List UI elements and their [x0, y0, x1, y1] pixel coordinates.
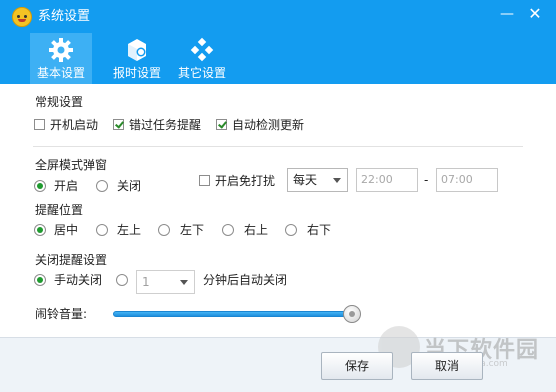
- title-bar: 系统设置 — ✕ 基本设置 报时设置 其它设置: [0, 0, 556, 84]
- dnd-frequency-select[interactable]: 每天: [287, 168, 348, 192]
- auto-update-checkbox[interactable]: [216, 119, 227, 130]
- general-section-title: 常规设置: [35, 95, 84, 109]
- dnd-label: 开启免打扰: [215, 174, 276, 188]
- gear-icon: [49, 38, 73, 62]
- startup-label: 开机启动: [50, 118, 99, 132]
- position-top-right-radio[interactable]: [222, 224, 234, 236]
- tab-timer-settings[interactable]: 报时设置: [106, 33, 168, 84]
- manual-close-radio[interactable]: [34, 274, 46, 286]
- fullscreen-off-label: 关闭: [117, 179, 142, 193]
- save-button[interactable]: 保存: [321, 352, 393, 380]
- app-logo-icon: [12, 7, 32, 27]
- position-bottom-right-label: 右下: [307, 223, 332, 237]
- tab-label: 其它设置: [177, 66, 226, 80]
- missed-task-label: 错过任务提醒: [129, 118, 202, 132]
- volume-slider-thumb[interactable]: [343, 305, 361, 323]
- dnd-checkbox[interactable]: [199, 175, 210, 186]
- chevron-down-icon: [180, 280, 188, 285]
- tab-label: 基本设置: [36, 66, 85, 80]
- close-button[interactable]: ✕: [524, 4, 546, 24]
- position-top-right-label: 右上: [244, 223, 269, 237]
- tab-label: 报时设置: [112, 66, 161, 80]
- dnd-end-time-input[interactable]: 07:00: [436, 168, 498, 192]
- close-section-title: 关闭提醒设置: [35, 253, 108, 267]
- fullscreen-off-radio[interactable]: [96, 180, 108, 192]
- section-divider: [33, 146, 523, 147]
- position-top-left-label: 左上: [117, 223, 142, 237]
- auto-close-label: 分钟后自动关闭: [203, 273, 288, 287]
- position-section-title: 提醒位置: [35, 203, 84, 217]
- position-bottom-right-radio[interactable]: [285, 224, 297, 236]
- chevron-down-icon: [333, 178, 341, 183]
- position-bottom-left-radio[interactable]: [158, 224, 170, 236]
- fullscreen-section-title: 全屏模式弹窗: [35, 158, 108, 172]
- window-title: 系统设置: [38, 9, 91, 24]
- auto-close-minutes-value: 1: [142, 275, 150, 289]
- missed-task-checkbox[interactable]: [113, 119, 124, 130]
- cancel-button[interactable]: 取消: [411, 352, 483, 380]
- minimize-button[interactable]: —: [496, 4, 518, 24]
- auto-close-minutes-select[interactable]: 1: [136, 270, 195, 294]
- fullscreen-on-label: 开启: [54, 179, 79, 193]
- dnd-start-time-value: 22:00: [361, 173, 393, 186]
- tab-basic-settings[interactable]: 基本设置: [30, 33, 92, 84]
- time-range-separator: -: [424, 173, 429, 187]
- fullscreen-on-radio[interactable]: [34, 180, 46, 192]
- dnd-end-time-value: 07:00: [441, 173, 473, 186]
- auto-close-radio[interactable]: [116, 274, 128, 286]
- dnd-start-time-input[interactable]: 22:00: [356, 168, 418, 192]
- tab-other-settings[interactable]: 其它设置: [171, 33, 233, 84]
- timer-box-icon: [128, 39, 146, 61]
- dnd-frequency-value: 每天: [293, 173, 318, 187]
- position-center-label: 居中: [54, 223, 79, 237]
- startup-checkbox[interactable]: [34, 119, 45, 130]
- position-center-radio[interactable]: [34, 224, 46, 236]
- volume-label: 闹铃音量:: [35, 307, 88, 321]
- position-bottom-left-label: 左下: [180, 223, 205, 237]
- volume-slider-track[interactable]: [113, 311, 360, 317]
- position-top-left-radio[interactable]: [96, 224, 108, 236]
- diamond-dots-icon: [190, 37, 214, 62]
- auto-update-label: 自动检测更新: [232, 118, 305, 132]
- manual-close-label: 手动关闭: [54, 273, 103, 287]
